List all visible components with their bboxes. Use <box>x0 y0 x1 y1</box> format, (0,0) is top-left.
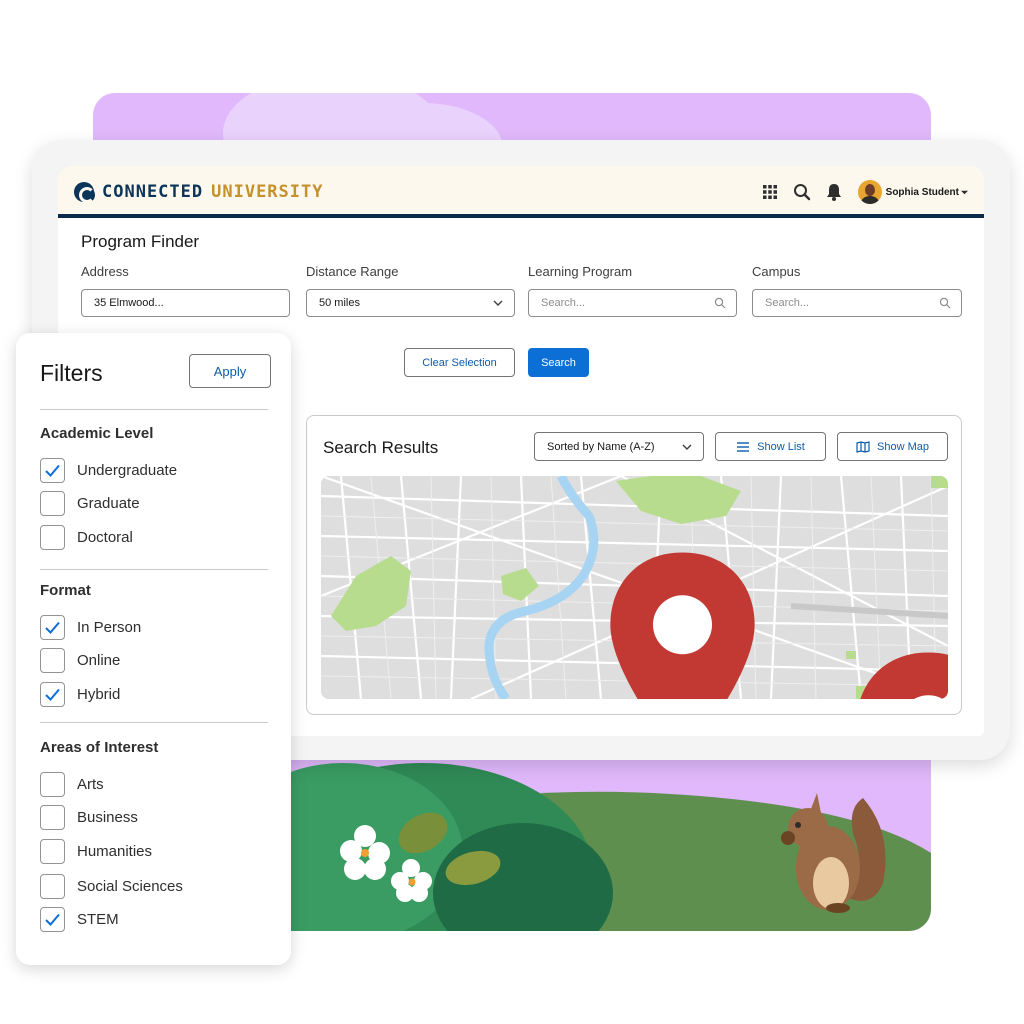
checkbox-label: Social Sciences <box>77 877 183 895</box>
search-icon <box>714 297 726 309</box>
learning-program-search[interactable]: Search... <box>528 289 737 317</box>
checkbox-label: STEM <box>77 910 119 928</box>
campus-search[interactable]: Search... <box>752 289 962 317</box>
brand-logo[interactable]: CONNECTED UNIVERSITY <box>74 182 324 203</box>
show-list-label: Show List <box>757 440 805 453</box>
user-menu[interactable]: Sophia Student <box>857 180 968 204</box>
chevron-down-icon <box>493 300 503 306</box>
search-results-title: Search Results <box>323 438 439 457</box>
app-header: CONNECTED UNIVERSITY Sophia Student <box>58 166 984 218</box>
checkbox-box[interactable] <box>40 771 65 797</box>
checkbox-label: Undergraduate <box>77 461 178 479</box>
avatar <box>857 180 882 204</box>
distance-range-label: Distance Range <box>306 264 399 279</box>
results-map[interactable] <box>321 476 948 699</box>
distance-range-select[interactable]: 50 miles <box>306 289 515 317</box>
map-icon <box>856 440 870 453</box>
brand-name-primary: CONNECTED <box>102 182 204 202</box>
checkbox-stem[interactable]: STEM <box>40 906 119 932</box>
checkbox-label: Business <box>77 808 138 826</box>
divider <box>40 569 268 570</box>
checkbox-box[interactable] <box>40 490 65 516</box>
checkmark-icon <box>45 688 60 701</box>
checkbox-box[interactable] <box>40 873 65 899</box>
checkbox-label: Doctoral <box>77 528 133 546</box>
search-icon <box>939 297 951 309</box>
address-input[interactable]: 35 Elmwood... <box>81 289 290 317</box>
checkbox-box[interactable] <box>40 457 65 483</box>
divider <box>40 409 268 410</box>
checkmark-icon <box>45 913 60 926</box>
checkbox-box[interactable] <box>40 524 65 550</box>
learning-program-placeholder: Search... <box>541 297 586 309</box>
distance-range-value: 50 miles <box>319 297 360 309</box>
campus-label: Campus <box>752 264 801 279</box>
checkmark-icon <box>45 464 60 477</box>
checkbox-box[interactable] <box>40 681 65 707</box>
learning-program-label: Learning Program <box>528 264 633 279</box>
checkbox-online[interactable]: Online <box>40 647 120 673</box>
checkbox-in-person[interactable]: In Person <box>40 614 141 640</box>
checkbox-social-sciences[interactable]: Social Sciences <box>40 873 183 899</box>
apply-button[interactable]: Apply <box>189 354 271 388</box>
checkbox-business[interactable]: Business <box>40 804 138 830</box>
show-map-button[interactable]: Show Map <box>837 432 948 461</box>
show-map-label: Show Map <box>877 440 929 453</box>
search-button[interactable]: Search <box>528 348 589 377</box>
checkbox-doctoral[interactable]: Doctoral <box>40 524 133 550</box>
app-launcher-icon[interactable] <box>760 182 780 202</box>
brand-name-secondary: UNIVERSITY <box>211 182 324 202</box>
checkbox-label: Hybrid <box>77 685 121 703</box>
checkbox-undergraduate[interactable]: Undergraduate <box>40 457 177 483</box>
checkbox-humanities[interactable]: Humanities <box>40 838 152 864</box>
checkmark-icon <box>45 621 60 634</box>
sort-value: Sorted by Name (A-Z) <box>547 440 655 453</box>
divider <box>40 722 268 723</box>
checkbox-hybrid[interactable]: Hybrid <box>40 681 120 707</box>
filters-panel: Filters Apply Academic Level Undergradua… <box>16 333 291 965</box>
checkbox-box[interactable] <box>40 804 65 830</box>
checkbox-box[interactable] <box>40 614 65 640</box>
checkbox-arts[interactable]: Arts <box>40 771 104 797</box>
page-title: Program Finder <box>81 232 200 251</box>
academic-level-title: Academic Level <box>40 425 154 442</box>
university-logo-icon <box>74 182 95 203</box>
search-results-card: Search Results Sorted by Name (A-Z) Show… <box>306 415 962 715</box>
chevron-down-icon <box>682 444 692 450</box>
checkbox-label: Online <box>77 651 121 669</box>
address-label: Address <box>81 264 129 279</box>
checkbox-label: Humanities <box>77 842 153 860</box>
show-list-button[interactable]: Show List <box>715 432 826 461</box>
chevron-down-icon <box>961 190 968 194</box>
checkbox-box[interactable] <box>40 906 65 932</box>
areas-of-interest-title: Areas of Interest <box>40 739 159 756</box>
search-icon[interactable] <box>792 182 812 202</box>
checkbox-label: Graduate <box>77 494 140 512</box>
filters-title: Filters <box>40 360 103 386</box>
bell-icon[interactable] <box>824 182 844 202</box>
checkbox-label: In Person <box>77 618 142 636</box>
user-name: Sophia Student <box>885 186 959 198</box>
clear-selection-button[interactable]: Clear Selection <box>404 348 515 377</box>
checkbox-label: Arts <box>77 775 104 793</box>
list-icon <box>737 441 750 452</box>
checkbox-box[interactable] <box>40 647 65 673</box>
checkbox-graduate[interactable]: Graduate <box>40 490 140 516</box>
map-pin-icon[interactable] <box>615 646 948 699</box>
sort-select[interactable]: Sorted by Name (A-Z) <box>534 432 704 461</box>
checkbox-box[interactable] <box>40 838 65 864</box>
campus-placeholder: Search... <box>765 297 810 309</box>
header-actions: Sophia Student <box>748 180 968 204</box>
format-title: Format <box>40 582 91 599</box>
